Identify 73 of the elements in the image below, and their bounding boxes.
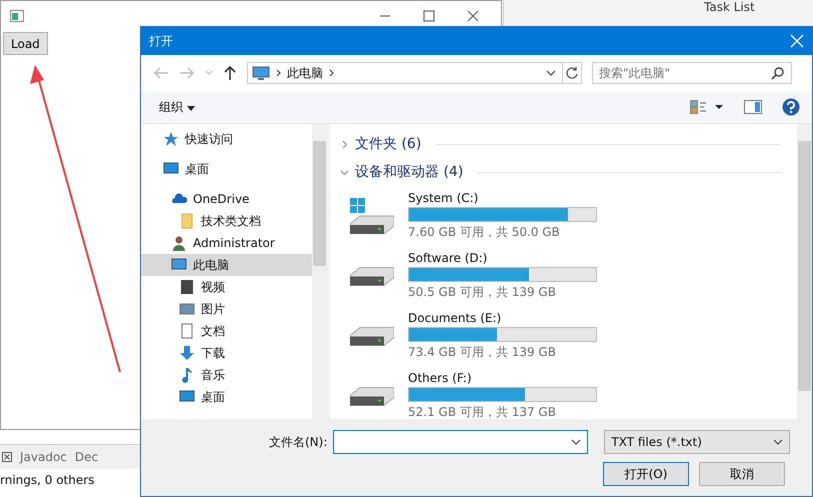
file-name-field[interactable] xyxy=(333,430,588,454)
address-bar[interactable]: 此电脑 xyxy=(247,62,563,84)
drive-space: 73.4 GB 可用，共 139 GB xyxy=(408,344,557,361)
drive-space: 7.60 GB 可用，共 50.0 GB xyxy=(408,224,561,241)
nav-item[interactable]: 桌面 xyxy=(141,158,312,180)
scrollbar[interactable] xyxy=(312,124,327,419)
task-list-tab[interactable]: Task List xyxy=(704,0,755,30)
folder-icon xyxy=(179,213,195,229)
nav-item[interactable]: 快速访问 xyxy=(141,128,312,150)
nav-item[interactable]: 桌面 xyxy=(141,386,312,408)
document-icon xyxy=(179,323,195,339)
nav-item[interactable]: 文档 xyxy=(141,320,312,342)
file-type-dropdown[interactable]: TXT files (*.txt) xyxy=(604,430,790,454)
drive-space: 50.5 GB 可用，共 139 GB xyxy=(408,284,557,301)
drive-name: Documents (E:) xyxy=(408,311,502,325)
nav-item[interactable]: Administrator xyxy=(141,232,312,254)
drive-item[interactable]: Documents (E:) 73.4 GB 可用，共 139 GB xyxy=(340,306,781,366)
close-icon[interactable] xyxy=(467,10,479,22)
load-button[interactable]: Load xyxy=(3,32,48,55)
caret-icon[interactable] xyxy=(546,70,556,76)
group-header[interactable]: 文件夹 (6) xyxy=(340,130,781,158)
drive-name: Software (D:) xyxy=(408,251,488,265)
hard-drive-icon xyxy=(350,198,394,234)
file-name-label: 文件名(N): xyxy=(269,434,328,450)
maximize-icon[interactable] xyxy=(423,10,435,22)
drive-item[interactable]: Software (D:) 50.5 GB 可用，共 139 GB xyxy=(340,246,781,306)
caret-icon xyxy=(773,439,784,445)
chevron-icon xyxy=(340,140,349,148)
search-icon xyxy=(771,67,784,80)
view-tab[interactable]: Dec xyxy=(74,450,98,464)
problems-summary: rnings, 0 others xyxy=(0,472,96,487)
chevron-icon xyxy=(340,168,349,176)
view-options-icon[interactable] xyxy=(690,100,724,114)
drive-item[interactable]: Others (F:) 52.1 GB 可用，共 137 GB xyxy=(340,366,781,419)
search-field[interactable]: 搜索"此电脑" xyxy=(592,62,792,84)
organize-menu[interactable]: 组织 xyxy=(155,98,199,116)
preview-pane-icon[interactable] xyxy=(744,100,762,114)
download-icon xyxy=(179,345,195,361)
drive-name: Others (F:) xyxy=(408,371,473,385)
refresh-icon[interactable] xyxy=(562,62,582,84)
chevron-icon xyxy=(329,69,334,77)
hard-drive-icon xyxy=(350,386,394,406)
nav-item[interactable]: 图片 xyxy=(141,298,312,320)
star-icon xyxy=(163,131,179,147)
drive-name: System (C:) xyxy=(408,191,480,205)
cancel-button[interactable]: 取消 xyxy=(699,462,785,486)
video-icon xyxy=(179,279,195,295)
caret-icon xyxy=(186,106,195,110)
nav-item[interactable]: 视频 xyxy=(141,276,312,298)
picture-icon xyxy=(179,301,195,317)
hard-drive-icon xyxy=(350,266,394,286)
hard-drive-icon xyxy=(350,326,394,346)
computer-icon xyxy=(252,66,270,80)
nav-item[interactable]: 下载 xyxy=(141,342,312,364)
help-icon[interactable] xyxy=(782,98,800,116)
person-icon xyxy=(171,235,187,251)
caret-icon xyxy=(571,439,582,445)
close-icon[interactable] xyxy=(2,452,12,462)
nav-item[interactable]: 技术类文档 xyxy=(141,210,312,232)
window-icon xyxy=(10,10,24,22)
nav-item[interactable]: 音乐 xyxy=(141,364,312,386)
music-icon xyxy=(179,367,195,383)
group-header[interactable]: 设备和驱动器 (4) xyxy=(340,158,781,186)
dialog-title: 打开 xyxy=(149,32,173,50)
nav-item[interactable]: OneDrive xyxy=(141,188,312,210)
scrollbar[interactable] xyxy=(797,124,812,419)
chevron-icon xyxy=(276,69,281,77)
drive-space: 52.1 GB 可用，共 137 GB xyxy=(408,404,557,419)
view-tab[interactable]: Javadoc xyxy=(20,450,67,464)
open-button[interactable]: 打开(O) xyxy=(603,462,689,486)
up-arrow-icon[interactable] xyxy=(223,65,237,81)
drive-item[interactable]: System (C:) 7.60 GB 可用，共 50.0 GB xyxy=(340,186,781,246)
nav-item[interactable]: 此电脑 xyxy=(141,254,312,276)
